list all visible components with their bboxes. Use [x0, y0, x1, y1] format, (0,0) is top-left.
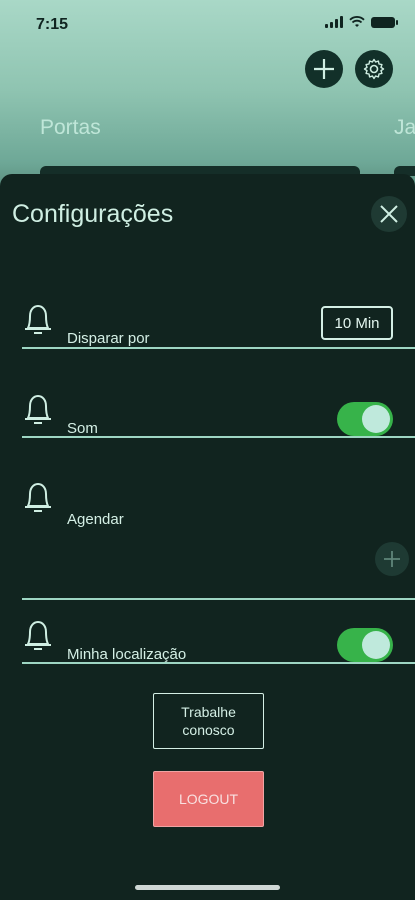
row-agendar: Agendar	[22, 480, 415, 604]
toggle-knob	[362, 631, 390, 659]
divider	[22, 662, 415, 664]
tab-portas[interactable]: Portas	[40, 116, 101, 140]
som-label: Som	[67, 420, 98, 437]
row-disparar: Disparar por 10 Min	[22, 302, 415, 350]
work-line-1: Trabalhe	[181, 704, 236, 720]
bell-icon	[25, 621, 51, 650]
disparar-label: Disparar por	[67, 330, 150, 347]
localizacao-label: Minha localização	[67, 646, 187, 663]
home-indicator	[135, 885, 280, 890]
logout-button[interactable]: LOGOUT	[153, 771, 264, 827]
divider	[22, 598, 415, 600]
gear-icon	[363, 58, 385, 80]
add-icon	[314, 59, 334, 79]
divider	[22, 347, 415, 349]
disparar-value[interactable]: 10 Min	[321, 306, 393, 340]
toggle-knob	[362, 405, 390, 433]
signal-icon	[325, 16, 343, 28]
settings-sheet: Configurações Disparar por 10 Min Som Ag…	[0, 174, 415, 900]
bell-icon	[25, 305, 51, 334]
divider	[22, 436, 415, 438]
work-with-us-label: Trabalhe conosco	[181, 703, 236, 739]
status-time: 7:15	[36, 16, 69, 33]
work-line-2: conosco	[182, 722, 235, 738]
close-icon	[380, 205, 398, 223]
settings-button[interactable]	[355, 50, 393, 88]
status-icons	[325, 16, 398, 28]
bell-icon	[25, 483, 51, 512]
add-schedule-button[interactable]	[375, 542, 409, 576]
close-button[interactable]	[371, 196, 407, 232]
agendar-label: Agendar	[67, 511, 124, 528]
add-button[interactable]	[305, 50, 343, 88]
work-with-us-button[interactable]: Trabalhe conosco	[153, 693, 264, 749]
status-bar: 7:15	[0, 0, 415, 48]
row-localizacao: Minha localização	[22, 618, 415, 668]
battery-icon	[371, 16, 398, 28]
tab-next[interactable]: Ja	[394, 116, 415, 140]
localizacao-toggle[interactable]	[337, 628, 393, 662]
bell-icon	[25, 395, 51, 424]
add-icon	[384, 551, 400, 567]
som-toggle[interactable]	[337, 402, 393, 436]
wifi-icon	[349, 16, 365, 27]
sheet-title: Configurações	[12, 200, 174, 228]
row-som: Som	[22, 392, 415, 440]
